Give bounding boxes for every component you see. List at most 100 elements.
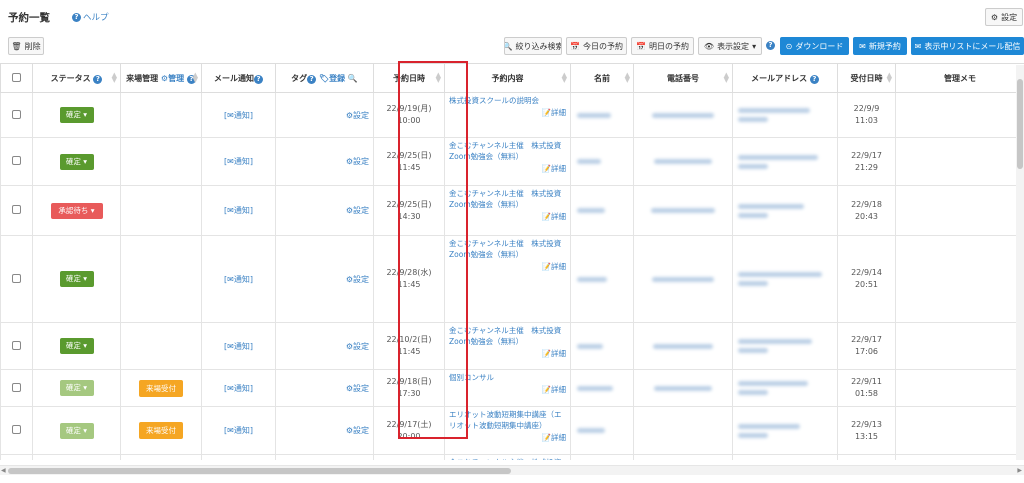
settings-button[interactable]: ⚙ 設定 xyxy=(985,8,1023,26)
select-all-header[interactable] xyxy=(0,63,33,93)
horizontal-scrollbar[interactable]: ◀ ▶ xyxy=(0,465,1024,475)
date-header[interactable]: 予約日時 ▲ ▼ xyxy=(373,63,445,93)
status-dropdown[interactable]: 確定 ▾ xyxy=(59,153,94,170)
visit-reception-button[interactable]: 来場受付 xyxy=(139,379,183,397)
table-row[interactable]: 確定 ▾ [✉通知] ⚙設定 22/10/2(日) 11:45 金こむチャンネル主催 株式… xyxy=(0,322,1024,370)
visit-reception-button[interactable]: 来場受付 xyxy=(139,422,183,439)
reservation-content[interactable]: 金こむチャンネル主催 株式投資Zoom勉強会（無料） xyxy=(449,141,561,161)
tag-setting-link[interactable]: ⚙設定 xyxy=(346,426,369,435)
tag-setting-link[interactable]: ⚙設定 xyxy=(346,206,369,215)
name-header[interactable]: 名前 ▲ ▼ xyxy=(570,63,634,93)
mail-notify-link[interactable]: [✉通知] xyxy=(224,384,253,393)
display-help-icon[interactable]: ? xyxy=(766,41,775,50)
visit-manage-link[interactable]: ⚙管理 xyxy=(161,74,184,83)
row-checkbox[interactable] xyxy=(12,156,21,165)
vertical-scroll-thumb[interactable] xyxy=(1017,79,1023,169)
scroll-left-icon[interactable]: ◀ xyxy=(1,466,6,476)
status-cell: 確定 ▾ xyxy=(32,92,121,138)
row-select-cell[interactable] xyxy=(0,92,33,138)
tomorrow-reservations-button[interactable]: 📅 明日の予約 xyxy=(631,37,694,55)
status-dropdown[interactable]: 確定 ▾ xyxy=(59,380,94,396)
content-header[interactable]: 予約内容 ▲ ▼ xyxy=(444,63,571,93)
status-dropdown[interactable]: 確定 ▾ xyxy=(59,271,94,287)
table-row[interactable]: 確定 ▾来場受付[✉通知]⚙設定22/9/12(月) 金こむチャンネル主催 株式投… xyxy=(0,454,1024,460)
today-reservations-button[interactable]: 📅 今日の予約 xyxy=(566,37,627,55)
mail-notify-link[interactable]: [✉通知] xyxy=(224,275,253,284)
tag-header[interactable]: タグ? 🏷登録 🔍 xyxy=(275,63,374,93)
tag-setting-label: 設定 xyxy=(353,206,369,215)
row-checkbox[interactable] xyxy=(12,205,21,214)
search-icon[interactable]: 🔍 xyxy=(348,74,358,83)
filter-search-button[interactable]: 🔍絞り込み検索 xyxy=(504,37,562,55)
tag-setting-link[interactable]: ⚙設定 xyxy=(346,384,369,393)
row-checkbox[interactable] xyxy=(12,425,21,434)
visit-header[interactable]: 来場管理 ⚙管理 ? ▲ ▼ xyxy=(120,63,202,93)
memo-header[interactable]: 管理メモ xyxy=(895,63,1024,93)
tag-setting-link[interactable]: ⚙設定 xyxy=(346,111,369,120)
row-checkbox[interactable] xyxy=(12,109,21,119)
phone-header[interactable]: 電話番号 ▲ ▼ xyxy=(633,63,733,93)
received-header[interactable]: 受付日時 ▲ ▼ xyxy=(837,63,896,93)
table-row[interactable]: 承認待ち ▾ [✉通知] ⚙設定 22/9/25(日) 14:30 金こむチャンネル主催 … xyxy=(0,185,1024,236)
detail-link[interactable]: 📝詳細 xyxy=(449,211,566,222)
select-all-checkbox[interactable] xyxy=(12,72,21,82)
row-checkbox[interactable] xyxy=(12,340,21,350)
detail-link[interactable]: 📝詳細 xyxy=(449,348,566,359)
reservation-content[interactable]: 金こむチャンネル主催 株式投資Zoom勉強会（無料） xyxy=(449,326,561,346)
new-reservation-button[interactable]: ✉ 新規予約 xyxy=(853,37,907,55)
vertical-scrollbar[interactable] xyxy=(1016,65,1024,460)
horizontal-scroll-thumb[interactable] xyxy=(8,468,511,474)
mail-to-list-button[interactable]: ✉ 表示中リストにメール配信 xyxy=(911,37,1024,55)
reservation-content[interactable]: 金こむチャンネル主催 株式投資 xyxy=(449,458,561,460)
detail-link[interactable]: 📝詳細 xyxy=(449,384,566,395)
detail-link[interactable]: 📝詳細 xyxy=(449,107,566,118)
table-row[interactable]: 確定 ▾ 来場受付 [✉通知] ⚙設定 22/9/17(土) 20:00 エリオット波動短期… xyxy=(0,406,1024,455)
help-link[interactable]: ? ヘルプ xyxy=(72,11,109,23)
tag-setting-link[interactable]: ⚙設定 xyxy=(346,342,369,351)
status-dropdown[interactable]: 確定 ▾ xyxy=(59,338,94,354)
mail-notify-link[interactable]: [✉通知] xyxy=(224,111,253,120)
detail-link[interactable]: 📝詳細 xyxy=(449,163,566,174)
mail-notify-link[interactable]: [✉通知] xyxy=(224,157,253,166)
table-row[interactable]: 確定 ▾ [✉通知] ⚙設定 22/9/28(水) 11:45 金こむチャンネル主催 株式… xyxy=(0,235,1024,323)
tag-setting-link[interactable]: ⚙設定 xyxy=(346,157,369,166)
delete-button[interactable]: 🗑 削除 xyxy=(8,37,44,55)
status-dropdown[interactable]: 承認待ち ▾ xyxy=(50,202,103,219)
status-header[interactable]: ステータス ? ▲ ▼ xyxy=(32,63,121,93)
row-select-cell[interactable] xyxy=(0,137,33,186)
row-select-cell[interactable] xyxy=(0,322,33,370)
download-button[interactable]: ⊙ ダウンロード xyxy=(780,37,849,55)
reservation-content[interactable]: 金こむチャンネル主催 株式投資Zoom勉強会（無料） xyxy=(449,189,561,209)
tag-setting-link[interactable]: ⚙設定 xyxy=(346,275,369,284)
tag-register-link[interactable]: 🏷登録 xyxy=(319,74,345,83)
detail-link[interactable]: 📝詳細 xyxy=(449,261,566,272)
reservation-content[interactable]: 個別コンサル xyxy=(449,373,494,382)
row-select-cell[interactable] xyxy=(0,235,33,323)
mail-notify-link[interactable]: [✉通知] xyxy=(224,426,253,435)
email-help-icon[interactable]: ? xyxy=(809,74,819,84)
table-row[interactable]: 確定 ▾ 来場受付 [✉通知] ⚙設定 22/9/18(日) 17:30 個別コンサル 📝詳細… xyxy=(0,369,1024,407)
table-row[interactable]: 確定 ▾ [✉通知] ⚙設定 22/9/25(日) 11:45 金こむチャンネル主催 株式… xyxy=(0,137,1024,186)
reservation-content[interactable]: エリオット波動短期集中講座（エリオット波動短期集中講座） xyxy=(449,410,562,430)
email-header[interactable]: メールアドレス ? xyxy=(732,63,838,93)
mail-notify-link[interactable]: [✉通知] xyxy=(224,342,253,351)
tag-help-icon[interactable]: ? xyxy=(307,74,317,84)
row-select-cell[interactable] xyxy=(0,454,33,460)
status-dropdown[interactable]: 確定 ▾ xyxy=(59,107,94,123)
row-select-cell[interactable] xyxy=(0,406,33,455)
display-settings-button[interactable]: 👁 表示設定 ▾ xyxy=(698,37,762,55)
mail-help-icon[interactable]: ? xyxy=(254,74,263,84)
row-select-cell[interactable] xyxy=(0,369,33,407)
row-select-cell[interactable] xyxy=(0,185,33,236)
status-dropdown[interactable]: 確定 ▾ xyxy=(59,422,94,439)
row-checkbox[interactable] xyxy=(12,273,21,283)
reservation-content[interactable]: 金こむチャンネル主催 株式投資Zoom勉強会（無料） xyxy=(449,239,561,259)
mail-header[interactable]: メール通知? xyxy=(201,63,276,93)
table-row[interactable]: 確定 ▾ [✉通知] ⚙設定 22/9/19(月) 10:00 株式投資スクールの説明会 📝… xyxy=(0,92,1024,138)
scroll-right-icon[interactable]: ▶ xyxy=(1017,466,1022,476)
row-checkbox[interactable] xyxy=(12,382,21,392)
detail-link[interactable]: 📝詳細 xyxy=(449,432,566,443)
mail-notify-link[interactable]: [✉通知] xyxy=(224,206,253,215)
reservation-content[interactable]: 株式投資スクールの説明会 xyxy=(449,96,539,105)
status-help-icon[interactable]: ? xyxy=(93,74,103,84)
